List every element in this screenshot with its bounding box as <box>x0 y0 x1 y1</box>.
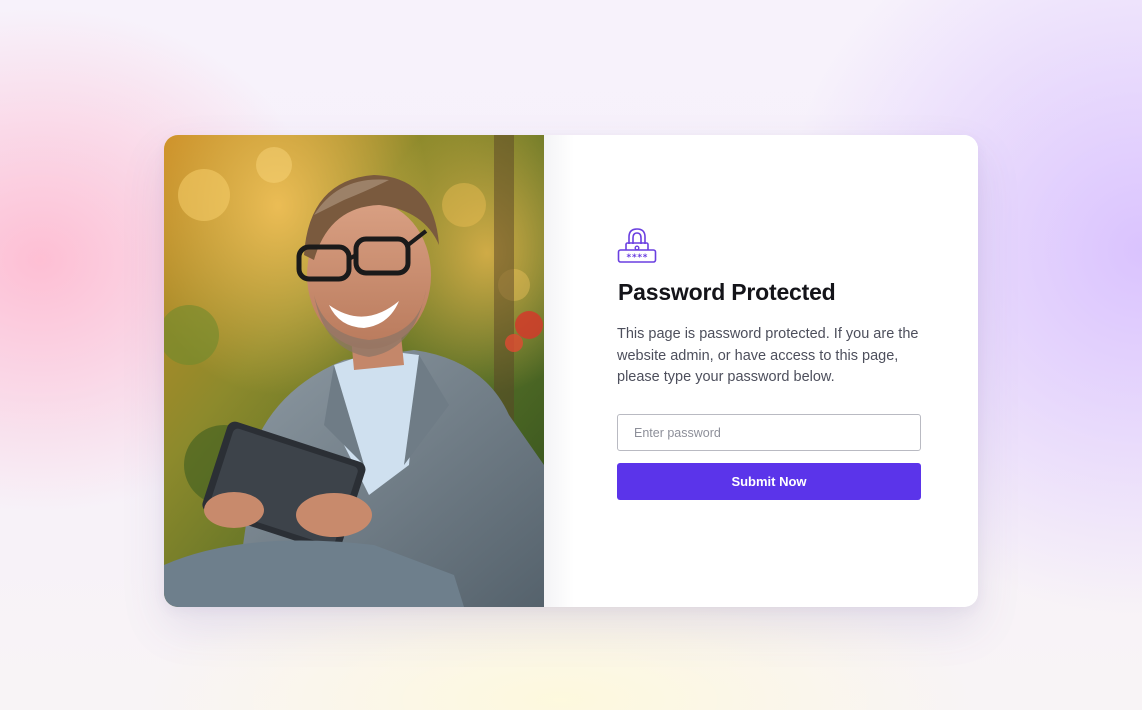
submit-button[interactable]: Submit Now <box>617 463 921 500</box>
hero-photo <box>164 135 544 607</box>
photo-illustration <box>164 135 544 607</box>
login-panel: **** Password Protected This page is pas… <box>544 135 978 607</box>
password-card: **** Password Protected This page is pas… <box>164 135 978 607</box>
svg-text:****: **** <box>626 253 648 263</box>
password-lock-icon: **** <box>617 226 657 264</box>
description-text: This page is password protected. If you … <box>617 326 919 385</box>
password-input[interactable] <box>617 414 921 451</box>
page-title: Password Protected <box>618 279 836 305</box>
